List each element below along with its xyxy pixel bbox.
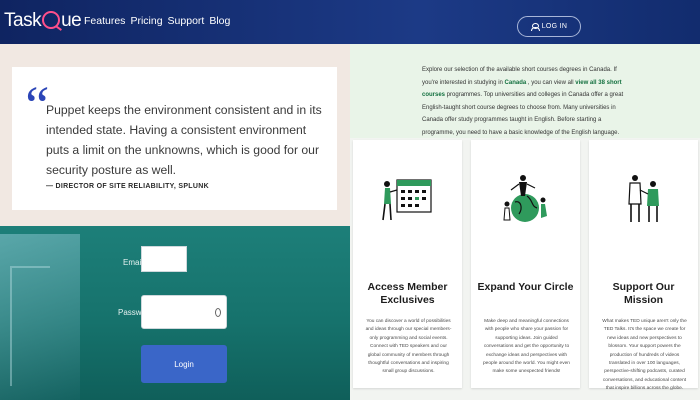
password-field[interactable] [141, 295, 227, 329]
login-submit-button[interactable]: Login [141, 345, 227, 383]
courses-intro-text: Explore our selection of the available s… [422, 64, 634, 139]
canada-link[interactable]: Canada [505, 80, 527, 86]
background-frame-lines [10, 266, 50, 386]
globe-illustration-icon [503, 175, 547, 222]
header-login-label: LOG IN [541, 23, 568, 30]
nav-blog-link[interactable]: Blog [209, 15, 230, 27]
intro-text-2: , you can view all [526, 79, 576, 86]
password-visibility-icon[interactable] [215, 308, 221, 317]
feature-card-member-exclusives: Access Member Exclusives You can discove… [353, 140, 462, 388]
email-field[interactable] [141, 246, 187, 272]
taskque-logo[interactable]: Task ue [4, 10, 82, 32]
card-description: You can discover a world of possibilitie… [365, 319, 452, 375]
testimonial-author: — DIRECTOR OF SITE RELIABILITY, SPLUNK [46, 183, 209, 190]
calendar-illustration-icon [382, 179, 432, 221]
top-navigation-bar: Task ue Features Pricing Support Blog LOG… [0, 0, 700, 44]
user-icon [530, 22, 540, 31]
nav-pricing-link[interactable]: Pricing [130, 15, 162, 27]
intro-text-3: programmes. Top universities and college… [422, 92, 624, 136]
card-title: Access Member Exclusives [367, 281, 448, 306]
login-submit-label: Login [174, 359, 194, 369]
header-login-button[interactable]: LOG IN [517, 16, 581, 37]
card-title: Expand Your Circle [477, 281, 574, 293]
main-nav: Features Pricing Support Blog [84, 15, 230, 27]
card-title: Support Our Mission [612, 281, 675, 306]
email-label: Email [123, 258, 144, 267]
testimonial-quote: Puppet keeps the environment consistent … [46, 103, 322, 177]
speech-bubble-tail [28, 176, 44, 188]
card-description: Make deep and meaningful connections wit… [483, 319, 570, 375]
nav-support-link[interactable]: Support [168, 15, 205, 27]
feature-card-support-mission: Support Our Mission What makes TED uniqu… [589, 140, 698, 391]
card-description: What makes TED unique aren't only the TE… [602, 319, 687, 392]
feature-card-expand-circle: Expand Your Circle Make deep and meaning… [471, 140, 580, 388]
logo-q-mark [42, 11, 61, 29]
nav-features-link[interactable]: Features [84, 15, 125, 27]
people-illustration-icon [628, 175, 659, 222]
